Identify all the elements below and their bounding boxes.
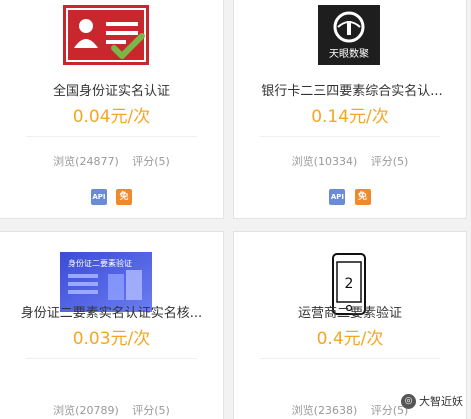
view-count: 浏览(10334) [291, 155, 358, 168]
api-badge-icon: API [90, 188, 107, 205]
product-card-id-verification[interactable]: 全国身份证实名认证 0.04元/次 浏览(24877) 评分(5) API 免 [0, 0, 224, 219]
watermark-text: 大智近妖 [419, 395, 463, 408]
product-title[interactable]: 全国身份证实名认证 [0, 80, 223, 99]
product-title[interactable]: 银行卡二三四要素综合实名认... [234, 80, 466, 99]
tianyan-logo: 天眼数聚 [318, 5, 380, 65]
rating: 评分(5) [132, 404, 170, 417]
badge-row: API 免 [234, 186, 466, 205]
product-price: 0.14元/次 [311, 107, 389, 127]
badge-row: API 免 [0, 186, 223, 205]
wechat-logo-icon: ◎ [401, 393, 416, 409]
rating: 评分(5) [370, 155, 409, 168]
product-card-carrier-two-factor[interactable]: 2 运营商二要素验证 0.4元/次 浏览(23638) 评分(5) [233, 231, 467, 419]
free-badge-icon: 免 [354, 188, 371, 205]
free-badge-icon: 免 [116, 188, 133, 205]
view-count: 浏览(20789) [53, 404, 119, 417]
product-title[interactable]: 运营商二要素验证 [234, 302, 466, 321]
product-price: 0.04元/次 [72, 107, 151, 127]
divider [26, 136, 197, 137]
logo-text: 天眼数聚 [329, 47, 369, 60]
product-stats: 浏览(20789) 评分(5) [0, 402, 223, 418]
divider [260, 358, 440, 359]
product-card-bank-card-verification[interactable]: 天眼数聚 银行卡二三四要素综合实名认... 0.14元/次 浏览(10334) … [233, 0, 467, 219]
id-card-verified-icon [62, 4, 150, 66]
product-card-id-two-factor[interactable]: 身份证二要素验证 身份证二要素实名认证实名核... 0.03元/次 浏览(207… [0, 231, 224, 419]
product-stats: 浏览(10334) 评分(5) [234, 153, 466, 169]
api-badge-icon: API [329, 188, 346, 205]
divider [26, 358, 197, 359]
phone-digit: 2 [345, 276, 354, 292]
product-title[interactable]: 身份证二要素实名认证实名核... [0, 302, 223, 321]
watermark: ◎ 大智近妖 [401, 393, 463, 409]
rating: 评分(5) [132, 155, 170, 168]
banner-text: 身份证二要素验证 [68, 258, 132, 268]
product-price: 0.03元/次 [72, 329, 151, 349]
product-grid: 全国身份证实名认证 0.04元/次 浏览(24877) 评分(5) API 免 … [0, 0, 471, 419]
divider [260, 136, 440, 137]
product-stats: 浏览(24877) 评分(5) [0, 153, 223, 169]
view-count: 浏览(23638) [291, 404, 358, 417]
view-count: 浏览(24877) [53, 155, 119, 168]
product-price: 0.4元/次 [316, 329, 384, 349]
